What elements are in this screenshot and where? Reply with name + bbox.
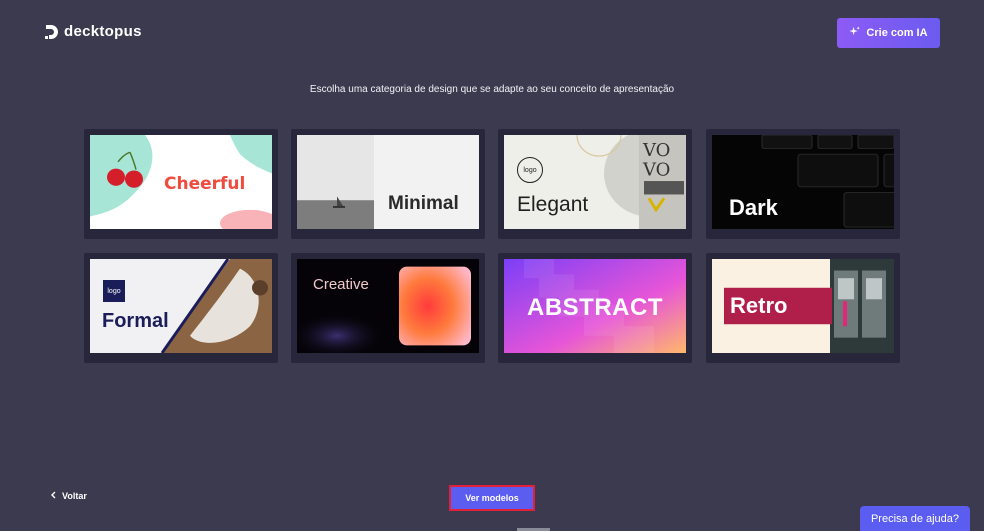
back-button[interactable]: Voltar: [50, 491, 87, 501]
chevron-left-icon: [50, 491, 56, 501]
brand-name: decktopus: [64, 23, 142, 40]
decktopus-logo-icon: [44, 24, 58, 40]
category-label: Minimal: [388, 193, 459, 214]
view-templates-button[interactable]: Ver modelos: [449, 485, 535, 511]
category-card-dark[interactable]: Dark: [706, 129, 900, 239]
category-label: Creative: [313, 276, 369, 293]
category-label: Dark: [729, 195, 778, 220]
create-with-ai-button[interactable]: Crie com IA: [837, 18, 940, 48]
logo-badge: logo: [517, 157, 543, 183]
category-card-minimal[interactable]: Minimal: [291, 129, 485, 239]
formal-thumbnail: [90, 259, 272, 353]
back-label: Voltar: [62, 491, 87, 501]
category-card-abstract[interactable]: ABSTRACT: [498, 253, 692, 363]
logo-badge: logo: [103, 280, 125, 302]
svg-text:VO: VO: [642, 161, 670, 181]
sparkles-icon: [849, 26, 861, 40]
category-label: Retro: [730, 293, 788, 318]
category-label: Elegant: [517, 193, 589, 216]
creative-thumbnail: [297, 259, 479, 353]
create-with-ai-label: Crie com IA: [866, 27, 928, 39]
category-card-formal[interactable]: logo Formal: [84, 253, 278, 363]
page-subtitle: Escolha uma categoria de design que se a…: [309, 84, 675, 95]
help-button[interactable]: Precisa de ajuda?: [860, 506, 970, 531]
decktopus-logo[interactable]: decktopus: [44, 23, 142, 40]
category-label: Cheerful: [164, 174, 246, 194]
category-card-creative[interactable]: Creative: [291, 253, 485, 363]
svg-text:VO: VO: [642, 141, 670, 161]
category-label: ABSTRACT: [527, 294, 663, 321]
category-card-retro[interactable]: Retro: [706, 253, 900, 363]
category-card-cheerful[interactable]: Cheerful: [84, 129, 278, 239]
category-label: Formal: [102, 310, 169, 332]
category-card-elegant[interactable]: VO VO logo Elegant: [498, 129, 692, 239]
